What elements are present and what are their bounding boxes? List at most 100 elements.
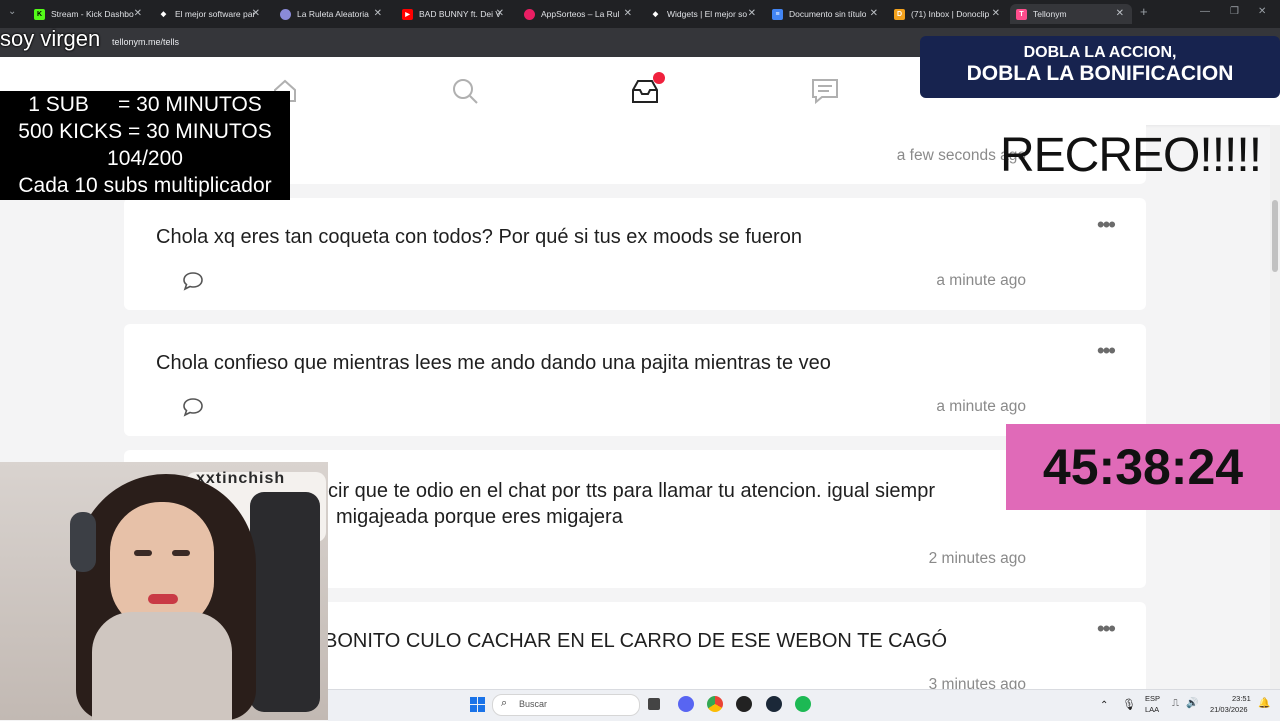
notification-dot [653,72,665,84]
shirt [92,612,232,720]
diamond-icon: ◆ [652,11,659,18]
tray-chevron-icon[interactable]: ⌃ [1100,700,1108,711]
language-indicator[interactable]: ESP [1145,694,1160,703]
close-icon[interactable]: ✕ [992,8,1000,19]
discord-icon[interactable] [678,696,694,712]
promo-line1: DOBLA LA ACCION, [1023,44,1177,61]
volume-icon[interactable]: 🔊 [1186,698,1198,709]
kick-icon: K [34,8,45,20]
ruleta-icon [280,8,291,20]
tellonym-icon: T [1016,8,1027,20]
tell-text: Chola confieso que mientras lees me ando… [156,352,831,374]
tell-card: Chola xq eres tan coqueta con todos? Por… [124,198,1146,310]
minimize-icon[interactable]: — [1200,6,1210,17]
tell-text: BONITO CULO CACHAR EN EL CARRO DE ESE WE… [324,630,948,652]
promo-line2: DOBLA LA BONIFICACION [966,62,1234,85]
overlay-title: soy virgen [0,26,101,51]
browser-tab-tellonym[interactable]: T Tellonym ✕ [1010,4,1132,24]
docs-icon: ≡ [772,8,783,20]
browser-tab-docs[interactable]: ≡ Documento sin título ✕ [766,4,886,24]
browser-tab-widgets[interactable]: ◆ Widgets | El mejor so ✕ [644,4,764,24]
donoclip-icon: D [894,8,905,20]
tell-text: cir que te odio en el chat por tts para … [328,480,935,502]
clock-date[interactable]: 21/03/2026 [1210,705,1248,714]
network-icon[interactable]: ⎍ [1172,698,1179,709]
scrollbar-thumb[interactable] [1272,200,1278,272]
eye [172,550,190,556]
headphone [70,512,96,572]
maximize-icon[interactable]: ❐ [1230,6,1239,17]
search-icon: ⌕ [501,697,508,709]
search-icon[interactable] [450,76,480,106]
tell-text: migajeada porque eres migajera [336,506,623,528]
close-icon[interactable]: ✕ [624,8,632,19]
appsorteos-icon [524,8,535,20]
tell-text: Chola xq eres tan coqueta con todos? Por… [156,226,802,248]
tab-menu-chevron-icon[interactable]: ⌄ [8,6,16,17]
close-icon[interactable]: ✕ [870,8,878,19]
more-options-icon[interactable]: ••• [1097,212,1116,238]
tell-time: 2 minutes ago [928,550,1026,567]
browser-tab-appsorteos[interactable]: AppSorteos – La Rul ✕ [518,4,640,24]
steam-icon[interactable] [766,696,782,712]
subs-line: 104/200 [107,147,183,170]
browser-tab-donoclip[interactable]: D (71) Inbox | Donoclip ✕ [888,4,1008,24]
windows-start-icon[interactable] [470,697,485,712]
subs-line: 500 KICKS = 30 MINUTOS [18,120,272,143]
browser-tab-software[interactable]: ◆ El mejor software par ✕ [152,4,268,24]
tab-title: Stream - Kick Dashbo [51,9,134,19]
subs-line: Cada 10 subs multiplicador [18,174,272,197]
close-icon[interactable]: ✕ [496,8,504,19]
tell-time: a minute ago [936,398,1026,415]
spotify-icon[interactable] [795,696,811,712]
countdown-timer: 45:38:24 [1006,424,1280,510]
url-field[interactable]: tellonym.me/tells [112,37,179,47]
face [110,502,214,630]
tab-title: Widgets | El mejor so [667,9,748,19]
tell-time: a minute ago [936,272,1026,289]
notifications-icon[interactable]: 🔔 [1258,698,1270,709]
promo-banner: DOBLA LA ACCION, DOBLA LA BONIFICACION [920,36,1280,98]
close-icon[interactable]: ✕ [134,8,142,19]
lips [148,594,178,604]
more-options-icon[interactable]: ••• [1097,338,1116,364]
new-tab-icon[interactable]: + [1140,4,1148,19]
obs-icon[interactable] [736,696,752,712]
language-indicator[interactable]: LAA [1145,705,1159,714]
recreo-text: RECREO!!!!! [1000,129,1262,182]
subs-line: 1 SUB = 30 MINUTOS [28,93,262,116]
more-options-icon[interactable]: ••• [1097,616,1116,642]
close-icon[interactable]: ✕ [374,8,382,19]
tab-title: Documento sin título [789,9,867,19]
subs-goal-box: 1 SUB = 30 MINUTOS 500 KICKS = 30 MINUTO… [0,91,290,200]
browser-tab-ruleta[interactable]: La Ruleta Aleatoria ✕ [274,4,390,24]
search-placeholder: Buscar [519,699,548,709]
youtube-icon: ▶ [402,8,413,20]
browser-tab-kick[interactable]: K Stream - Kick Dashbo ✕ [28,4,150,24]
tab-title: El mejor software par [175,9,256,19]
taskbar-search[interactable]: ⌕ Buscar [492,694,640,716]
close-icon[interactable]: ✕ [748,8,756,19]
comment-icon[interactable] [182,271,204,291]
messages-icon[interactable] [810,76,840,106]
tab-title: (71) Inbox | Donoclip [911,9,990,19]
task-view-icon[interactable] [648,698,660,710]
browser-tab-youtube[interactable]: ▶ BAD BUNNY ft. Dei V ✕ [396,4,512,24]
tab-title: La Ruleta Aleatoria [297,9,369,19]
eye [134,550,152,556]
tell-card: Chola confieso que mientras lees me ando… [124,324,1146,436]
comment-icon[interactable] [182,397,204,417]
close-icon[interactable]: ✕ [252,8,260,19]
tab-title: Tellonym [1033,9,1067,19]
tab-title: AppSorteos – La Rul [541,9,620,19]
close-icon[interactable]: ✕ [1116,8,1124,19]
close-window-icon[interactable]: ✕ [1258,6,1266,17]
tab-title: BAD BUNNY ft. Dei V [419,9,502,19]
chrome-icon[interactable] [707,696,723,712]
microphone-icon[interactable]: 🎙 [1122,698,1136,711]
chair [250,492,320,712]
clock-time[interactable]: 23:51 [1232,694,1251,703]
webcam-feed: xxtinchish [0,462,328,720]
browser-tab-bar: ⌄ K Stream - Kick Dashbo ✕ ◆ El mejor so… [0,0,1280,28]
diamond-icon: ◆ [160,11,167,18]
